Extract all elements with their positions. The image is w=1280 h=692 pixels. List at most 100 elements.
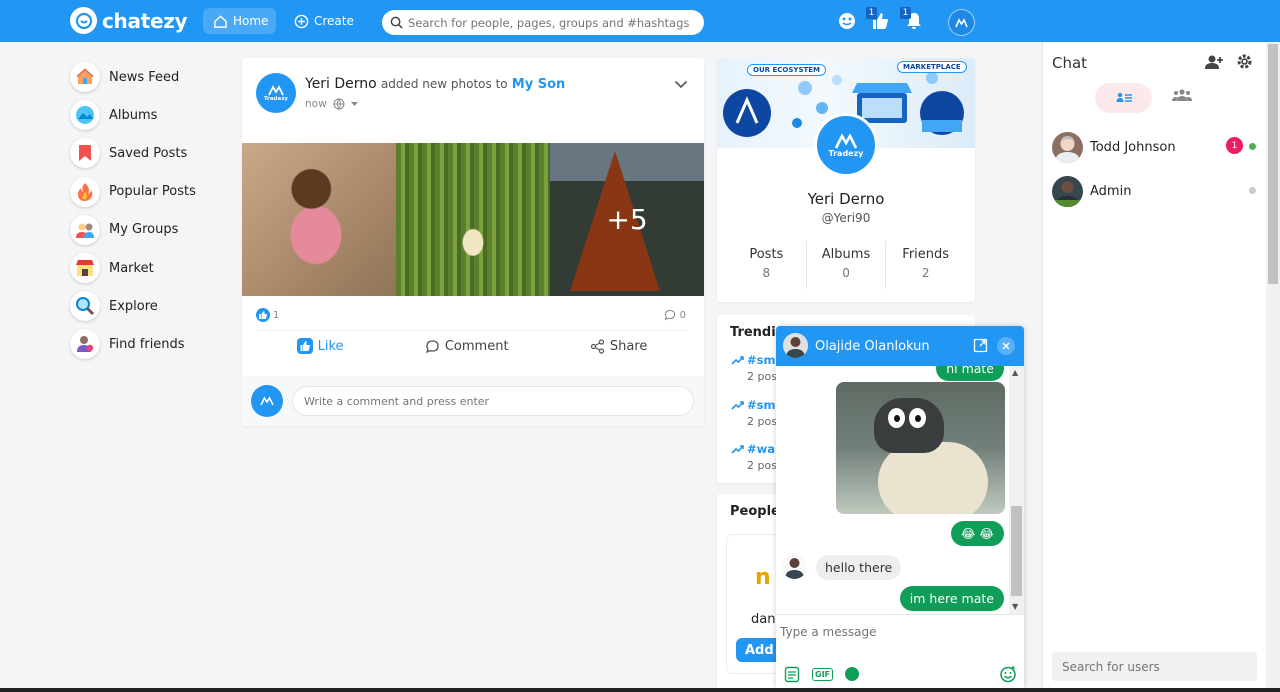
taskbar-edge — [0, 688, 1280, 692]
profile-avatar[interactable]: Tradezy — [814, 113, 878, 177]
add-user-icon[interactable] — [1204, 54, 1224, 70]
chat-user-admin[interactable]: Admin — [1052, 175, 1262, 207]
message-input[interactable] — [780, 621, 1018, 643]
sidebar-item-market[interactable]: Market — [70, 249, 230, 287]
person-avatar[interactable]: n — [755, 565, 771, 590]
stat-value: 8 — [762, 266, 771, 280]
sidebar-item-saved-posts[interactable]: Saved Posts — [70, 134, 230, 172]
post-photo[interactable] — [396, 143, 550, 296]
sidebar-item-label: Explore — [109, 298, 158, 314]
trending-icon — [731, 400, 744, 410]
profile-avatar-button[interactable] — [948, 9, 975, 36]
profile-name[interactable]: Yeri Derno — [717, 190, 975, 208]
search-input[interactable] — [408, 15, 698, 30]
sidebar-item-explore[interactable]: Explore — [70, 287, 230, 325]
trending-item[interactable]: #sm 2 pos — [731, 353, 777, 383]
chat-contact-avatar — [783, 333, 808, 358]
gif-content — [874, 398, 944, 453]
sidebar-item-label: Market — [109, 260, 154, 276]
tab-groups-icon[interactable] — [1172, 88, 1192, 102]
contacts-list-icon — [1116, 92, 1132, 102]
search-users-input[interactable] — [1052, 652, 1257, 681]
message-outgoing: im here mate — [899, 586, 1004, 611]
page-scrollbar[interactable] — [1266, 42, 1280, 692]
trending-item[interactable]: #sm 2 pos — [731, 398, 777, 428]
likes-count-value: 1 — [273, 309, 280, 321]
chat-window-header[interactable]: Olajide Olanlokun — [776, 326, 1024, 366]
comment-button[interactable]: Comment — [425, 338, 509, 354]
trending-tag: #sm — [747, 398, 776, 412]
color-picker-icon[interactable] — [845, 667, 860, 681]
sidebar-item-label: Popular Posts — [109, 184, 196, 200]
more-photos-overlay[interactable]: +5 — [550, 143, 704, 296]
comments-count[interactable]: 0 — [664, 308, 686, 322]
post-author-avatar[interactable]: Tradezy — [256, 73, 296, 113]
offline-status-dot — [1249, 187, 1256, 194]
logo[interactable]: chatezy — [70, 7, 188, 34]
profile-stat-friends[interactable]: Friends 2 — [886, 241, 965, 289]
image-upload-icon[interactable] — [784, 666, 800, 683]
gear-icon[interactable] — [1236, 53, 1253, 70]
profile-card: OUR ECOSYSTEM MARKETPLACE Tradezy Yeri D… — [717, 58, 975, 302]
news-feed-icon — [70, 62, 100, 93]
scrollbar-thumb[interactable] — [1268, 44, 1278, 284]
trending-tag: #wa — [747, 442, 776, 456]
sidebar-item-my-groups[interactable]: My Groups — [70, 211, 230, 249]
scrollbar-thumb[interactable] — [1011, 506, 1022, 596]
person-name[interactable]: dan — [751, 612, 775, 627]
cover-tag: MARKETPLACE — [897, 61, 967, 73]
post-photo-grid: +5 — [242, 143, 704, 296]
post-options-chevron-icon[interactable] — [674, 80, 688, 89]
post-author-name[interactable]: Yeri Derno — [305, 76, 377, 92]
message-outgoing: 😂 😂 — [950, 521, 1004, 546]
sidebar-item-find-friends[interactable]: Find friends — [70, 325, 230, 363]
comment-input[interactable] — [292, 386, 694, 416]
sidebar-item-albums[interactable]: Albums — [70, 96, 230, 134]
friend-requests-badge: 1 — [866, 7, 877, 19]
post-time: now — [305, 98, 327, 110]
nav-home-button[interactable]: Home — [203, 8, 276, 34]
sidebar-item-news-feed[interactable]: News Feed — [70, 58, 230, 96]
avatar-brand-text: Tradezy — [828, 148, 864, 158]
comments-count-value: 0 — [679, 309, 686, 321]
chat-tools: GIF — [784, 665, 1017, 683]
expand-icon[interactable] — [973, 338, 988, 353]
tradezy-logo-icon — [260, 396, 274, 406]
logo-icon — [70, 7, 97, 34]
notifications-button[interactable]: 1 — [900, 7, 924, 31]
scroll-down-icon[interactable]: ▼ — [1012, 602, 1018, 611]
trending-tag: #sm — [747, 353, 776, 367]
like-button[interactable]: Like — [296, 338, 344, 354]
chat-user-todd-johnson[interactable]: Todd Johnson 1 — [1052, 131, 1262, 163]
profile-stat-posts[interactable]: Posts 8 — [727, 241, 807, 289]
post-photo[interactable]: +5 — [550, 143, 704, 296]
chat-sidebar: Chat Todd Johnson 1 Admin — [1042, 42, 1266, 692]
close-chat-button[interactable] — [997, 337, 1015, 355]
tab-contacts[interactable] — [1095, 83, 1152, 113]
search-icon — [390, 16, 403, 29]
globe-privacy-icon[interactable] — [333, 98, 345, 110]
chat-scrollbar[interactable]: ▲ ▼ — [1009, 366, 1024, 614]
stat-value: 0 — [842, 266, 850, 280]
chat-user-name: Admin — [1090, 183, 1132, 199]
groups-icon — [70, 214, 100, 245]
likes-count[interactable]: 1 — [256, 308, 279, 322]
message-gif[interactable] — [836, 382, 1005, 514]
nav-create-button[interactable]: Create — [294, 8, 354, 34]
sidebar-item-popular-posts[interactable]: Popular Posts — [70, 173, 230, 211]
trending-item[interactable]: #wa 2 pos — [731, 442, 777, 472]
post-photo[interactable] — [242, 143, 396, 296]
globe-icon[interactable] — [837, 11, 857, 31]
gif-button[interactable]: GIF — [812, 667, 834, 681]
header-search[interactable] — [382, 10, 704, 35]
stat-label: Posts — [749, 247, 784, 262]
share-button[interactable]: Share — [590, 338, 647, 354]
friend-requests-button[interactable]: 1 — [866, 7, 890, 31]
stat-label: Friends — [902, 247, 950, 262]
like-label: Like — [317, 338, 344, 354]
post-album-link[interactable]: My Son — [512, 77, 566, 92]
caret-down-icon[interactable] — [350, 101, 358, 107]
emoji-icon[interactable] — [999, 665, 1017, 683]
profile-stat-albums[interactable]: Albums 0 — [807, 241, 887, 289]
scroll-up-icon[interactable]: ▲ — [1012, 368, 1018, 377]
